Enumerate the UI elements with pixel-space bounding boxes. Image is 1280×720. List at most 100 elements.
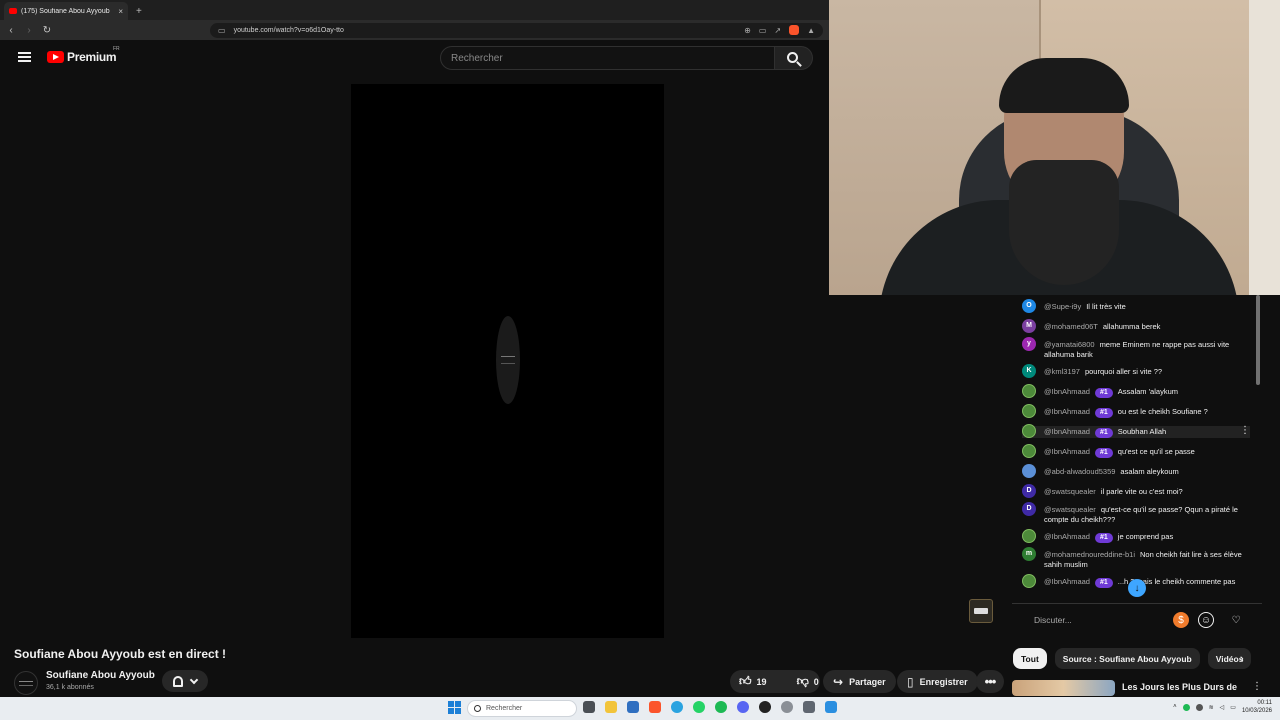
chat-author[interactable]: @IbnAhmaad (1044, 577, 1090, 586)
chat-message[interactable]: D @swatsquealer qu'est-ce qu'il se passe? … (1022, 502, 1250, 524)
forward-icon[interactable]: › (24, 25, 34, 36)
heart-reaction-icon[interactable]: ♡ (1228, 612, 1244, 628)
chat-message[interactable]: K @kml3197 pourquoi aller si vite ?? (1022, 364, 1250, 378)
chat-author[interactable]: @swatsquealer (1044, 505, 1096, 514)
youtube-premium-logo[interactable]: Premium FR (47, 46, 120, 64)
chat-avatar[interactable]: D (1022, 502, 1036, 516)
back-icon[interactable]: ‹ (6, 25, 16, 36)
chat-message[interactable]: @IbnAhmaad #1 ou est le cheikh Soufiane ? (1022, 404, 1250, 418)
reload-icon[interactable]: ↻ (42, 25, 52, 36)
chat-author[interactable]: @kml3197 (1044, 367, 1080, 376)
chip-source[interactable]: Source : Soufiane Abou Ayyoub (1054, 648, 1200, 669)
telegram-icon[interactable] (671, 701, 683, 713)
spotify-icon[interactable] (715, 701, 727, 713)
chat-message[interactable]: @IbnAhmaad #1 Soubhan Allah ⋮ (1022, 424, 1250, 438)
chat-avatar[interactable] (1022, 464, 1036, 478)
hamburger-menu-icon[interactable] (18, 52, 31, 62)
file-explorer-icon[interactable] (605, 701, 617, 713)
task-view-icon[interactable] (583, 701, 595, 713)
chat-avatar[interactable]: y (1022, 337, 1036, 351)
url-text[interactable]: youtube.com/watch?v=o6d1Oay-tto (234, 27, 737, 34)
more-actions-button[interactable]: ••• (976, 670, 1004, 693)
brave-browser-icon[interactable] (649, 701, 661, 713)
store-icon[interactable] (627, 701, 639, 713)
tray-app-icon[interactable] (1195, 703, 1203, 711)
chat-message[interactable]: @IbnAhmaad #1 je comprend pas (1022, 529, 1250, 543)
volume-icon[interactable]: ◁ (1220, 704, 1225, 711)
more-vert-icon[interactable]: ⋮ (1252, 681, 1262, 692)
channel-name[interactable]: Soufiane Abou Ayyoub (46, 670, 155, 681)
chat-avatar[interactable] (1022, 424, 1036, 438)
like-button[interactable]: 👍︎ 19 (730, 670, 776, 693)
chevron-right-icon[interactable]: › (1240, 653, 1244, 665)
battery-icon[interactable]: ▭ (1230, 704, 1236, 711)
chat-message[interactable]: @IbnAhmaad #1 qu'est ce qu'il se passe (1022, 444, 1250, 458)
chat-message[interactable]: y @yamatai6800 meme Eminem ne rappe pas au… (1022, 337, 1250, 359)
chat-scrollbar[interactable] (1256, 295, 1260, 385)
new-tab-button[interactable]: + (136, 6, 142, 17)
chevron-up-icon[interactable]: ˄ (1173, 704, 1177, 710)
cast-icon[interactable]: ▭ (759, 26, 767, 35)
chat-message[interactable]: @IbnAhmaad #1 Assalam 'alaykum (1022, 384, 1250, 398)
chat-author[interactable]: @IbnAhmaad (1044, 427, 1090, 436)
windows-start-icon[interactable] (448, 701, 461, 714)
zoom-icon[interactable]: ⊕ (744, 26, 751, 35)
url-field[interactable]: ▭ youtube.com/watch?v=o6d1Oay-tto ⊕ ▭ ↗ … (210, 22, 823, 38)
app-icon[interactable] (781, 701, 793, 713)
chat-author[interactable]: @abd-alwadoud5359 (1044, 467, 1115, 476)
related-video-thumbnail[interactable] (1012, 680, 1115, 696)
chip-videos[interactable]: Vidéos (1207, 648, 1252, 669)
app-icon[interactable] (825, 701, 837, 713)
chat-avatar[interactable]: D (1022, 484, 1036, 498)
chat-avatar[interactable] (1022, 384, 1036, 398)
video-player[interactable] (351, 84, 664, 638)
chat-author[interactable]: @mohamednoureddine-b1i (1044, 550, 1135, 559)
chat-avatar[interactable] (1022, 574, 1036, 588)
chat-message[interactable]: D @swatsquealer il parle vite ou c'est moi… (1022, 484, 1250, 498)
chat-author[interactable]: @IbnAhmaad (1044, 447, 1090, 456)
whatsapp-icon[interactable] (693, 701, 705, 713)
chat-message[interactable]: M @mohamed06T allahumma berek (1022, 319, 1250, 333)
chat-avatar[interactable]: M (1022, 319, 1036, 333)
chat-message[interactable]: O @Supe-i9y Il lit très vite (1022, 299, 1250, 313)
related-video-title[interactable]: Les Jours les Plus Durs de (1122, 682, 1242, 692)
taskbar-search[interactable]: Rechercher (467, 700, 577, 717)
brave-shield-icon[interactable] (789, 25, 800, 35)
chat-avatar[interactable]: O (1022, 299, 1036, 313)
chat-author[interactable]: @IbnAhmaad (1044, 407, 1090, 416)
obs-icon[interactable] (759, 701, 771, 713)
chat-avatar[interactable]: m (1022, 547, 1036, 561)
tab-close-icon[interactable]: × (118, 7, 123, 16)
rewards-icon[interactable]: ▲ (807, 26, 815, 35)
search-input[interactable]: Rechercher (440, 46, 775, 70)
miniplayer-channel-icon[interactable] (969, 599, 993, 623)
browser-tab[interactable]: (175) Soufiane Abou Ayyoub × (4, 2, 128, 20)
chat-author[interactable]: @IbnAhmaad (1044, 387, 1090, 396)
search-button[interactable] (775, 46, 813, 70)
wifi-icon[interactable]: ≋ (1209, 704, 1214, 711)
discord-icon[interactable] (737, 701, 749, 713)
chip-all[interactable]: Tout (1013, 648, 1047, 669)
settings-gear-icon[interactable] (803, 701, 815, 713)
clock[interactable]: 00:11 10/03/2026 (1242, 699, 1272, 715)
chat-message[interactable]: @abd-alwadoud5359 asalam aleykoum (1022, 464, 1250, 478)
chat-message[interactable]: m @mohamednoureddine-b1i Non cheikh fait l… (1022, 547, 1250, 569)
emoji-icon[interactable]: ☺ (1198, 612, 1214, 628)
dislike-button[interactable]: 👎︎ 0 (788, 670, 828, 693)
chat-author[interactable]: @yamatai6800 (1044, 340, 1095, 349)
bookmark-icon[interactable]: ▭ (218, 26, 226, 35)
share-page-icon[interactable]: ↗ (774, 26, 781, 35)
jump-to-bottom-button[interactable]: ↓ (1128, 579, 1146, 597)
chat-input[interactable]: Discuter... (1024, 611, 1194, 629)
chat-author[interactable]: @IbnAhmaad (1044, 532, 1090, 541)
chat-author[interactable]: @mohamed06T (1044, 322, 1098, 331)
share-button[interactable]: ↪ Partager (823, 670, 896, 693)
chat-avatar[interactable] (1022, 444, 1036, 458)
chat-author[interactable]: @Supe-i9y (1044, 302, 1081, 311)
chat-author[interactable]: @swatsquealer (1044, 487, 1096, 496)
tray-app-icon[interactable] (1182, 703, 1190, 711)
message-menu-icon[interactable]: ⋮ (1240, 426, 1250, 436)
super-chat-icon[interactable]: $ (1173, 612, 1189, 628)
chat-avatar[interactable] (1022, 404, 1036, 418)
notification-bell-button[interactable] (162, 670, 208, 692)
